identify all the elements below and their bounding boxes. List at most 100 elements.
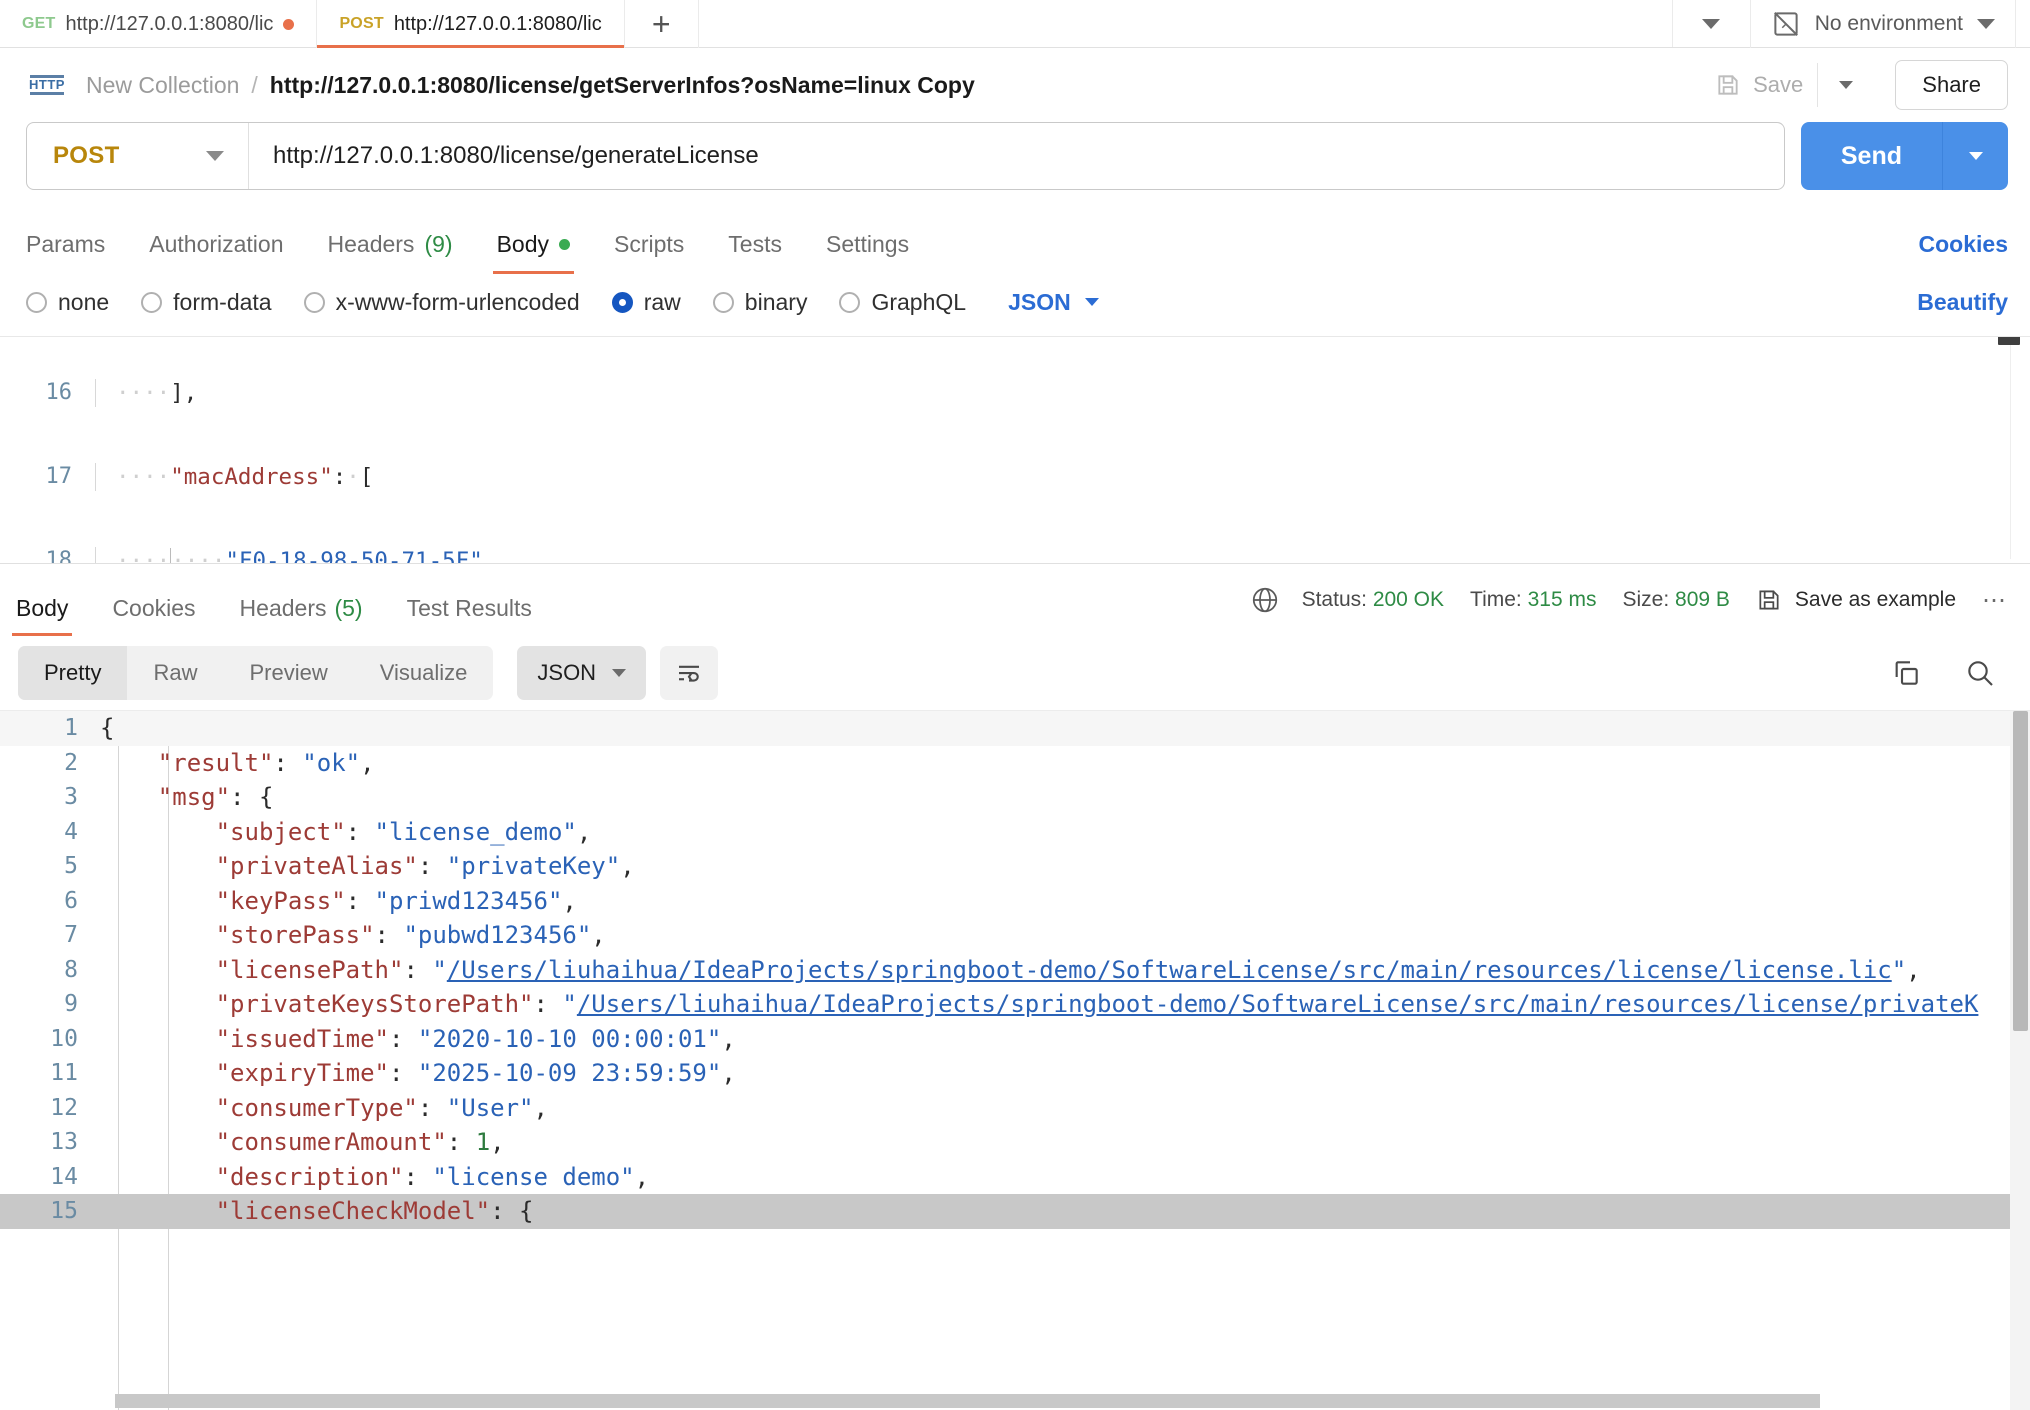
size-value: 809 B bbox=[1675, 588, 1730, 611]
page-title[interactable]: http://127.0.0.1:8080/license/getServerI… bbox=[270, 72, 975, 99]
code-token: , bbox=[591, 921, 605, 949]
code-token: "pubwd123456" bbox=[403, 921, 591, 949]
response-tab-test-results[interactable]: Test Results bbox=[407, 595, 532, 636]
body-format-selector[interactable]: JSON bbox=[1008, 289, 1099, 316]
tab-label: Scripts bbox=[614, 231, 684, 258]
chevron-down-icon bbox=[612, 669, 626, 677]
body-type-urlencoded[interactable]: x-www-form-urlencoded bbox=[304, 289, 580, 316]
response-tab-cookies[interactable]: Cookies bbox=[112, 595, 195, 636]
tab-tests[interactable]: Tests bbox=[728, 231, 782, 274]
save-button[interactable]: Save bbox=[1701, 64, 1817, 106]
response-format-selector[interactable]: JSON bbox=[517, 646, 646, 700]
wrap-lines-button[interactable] bbox=[660, 646, 718, 700]
code-line-text: "licensePath": "/Users/liuhaihua/IdeaPro… bbox=[100, 953, 2030, 988]
copy-response-button[interactable] bbox=[1890, 657, 1922, 689]
tab-headers[interactable]: Headers (9) bbox=[328, 231, 453, 274]
body-type-form-data[interactable]: form-data bbox=[141, 289, 271, 316]
code-token: : bbox=[447, 1128, 476, 1156]
radio-icon bbox=[26, 292, 47, 313]
cookies-link[interactable]: Cookies bbox=[1919, 231, 2008, 274]
response-toolbar-actions bbox=[1890, 657, 2008, 689]
save-options-button[interactable] bbox=[1817, 63, 1873, 107]
body-type-raw[interactable]: raw bbox=[612, 289, 681, 316]
tab-body[interactable]: Body bbox=[497, 231, 570, 274]
code-token: "storePass" bbox=[216, 921, 375, 949]
request-body-editor[interactable]: 16 ····], 17 ····"macAddress":·[ 18 ····… bbox=[0, 336, 2030, 564]
tab-scripts[interactable]: Scripts bbox=[614, 231, 684, 274]
code-token: " bbox=[1892, 956, 1906, 984]
response-view-visualize[interactable]: Visualize bbox=[354, 646, 494, 700]
code-token: : bbox=[273, 749, 302, 777]
request-tab-post[interactable]: POST http://127.0.0.1:8080/lic bbox=[317, 0, 624, 48]
send-options-button[interactable] bbox=[1942, 122, 2008, 190]
request-body-code: 16 ····], 17 ····"macAddress":·[ 18 ····… bbox=[0, 336, 2030, 564]
breadcrumb-separator: / bbox=[251, 72, 257, 99]
body-type-graphql[interactable]: GraphQL bbox=[839, 289, 966, 316]
line-number: 18 bbox=[0, 547, 92, 564]
body-type-binary[interactable]: binary bbox=[713, 289, 808, 316]
send-button[interactable]: Send bbox=[1801, 122, 1942, 190]
line-number: 15 bbox=[0, 1194, 100, 1229]
code-token: : bbox=[375, 921, 404, 949]
code-token: , bbox=[635, 1163, 649, 1191]
search-response-button[interactable] bbox=[1964, 657, 1996, 689]
code-token: "license_demo" bbox=[375, 818, 577, 846]
response-tab-body[interactable]: Body bbox=[16, 595, 68, 636]
code-link[interactable]: /Users/liuhaihua/IdeaProjects/springboot… bbox=[447, 956, 1892, 984]
beautify-button[interactable]: Beautify bbox=[1917, 289, 2008, 316]
breadcrumb-collection[interactable]: New Collection bbox=[86, 72, 239, 99]
tab-bar: GET http://127.0.0.1:8080/lic POST http:… bbox=[0, 0, 2030, 48]
code-token: , bbox=[562, 887, 576, 915]
tab-settings[interactable]: Settings bbox=[826, 231, 909, 274]
http-method-selector[interactable]: POST bbox=[27, 123, 249, 189]
response-view-preview[interactable]: Preview bbox=[223, 646, 353, 700]
environment-selector[interactable]: No environment bbox=[1751, 0, 2016, 48]
code-line-text: "keyPass": "priwd123456", bbox=[100, 884, 2030, 919]
code-line: 2 "result": "ok", bbox=[0, 746, 2030, 781]
tabbar-spacer bbox=[699, 0, 1673, 47]
share-button[interactable]: Share bbox=[1895, 60, 2008, 110]
code-line: 8 "licensePath": "/Users/liuhaihua/IdeaP… bbox=[0, 953, 2030, 988]
code-token: : bbox=[346, 887, 375, 915]
code-token: , bbox=[620, 852, 634, 880]
response-tab-headers[interactable]: Headers (5) bbox=[240, 595, 363, 636]
response-horizontal-scrollbar[interactable] bbox=[115, 1394, 1820, 1408]
line-number: 6 bbox=[0, 884, 100, 919]
request-tab-get[interactable]: GET http://127.0.0.1:8080/lic bbox=[0, 0, 317, 48]
tab-label: Params bbox=[26, 231, 105, 258]
environment-label: No environment bbox=[1815, 12, 1963, 36]
tab-authorization[interactable]: Authorization bbox=[149, 231, 283, 274]
response-more-options-button[interactable]: ⋯ bbox=[1982, 586, 2008, 615]
save-as-example-button[interactable]: Save as example bbox=[1756, 587, 1956, 613]
code-line-text: "issuedTime": "2020-10-10 00:00:01", bbox=[100, 1022, 2030, 1057]
tab-label: Tests bbox=[728, 231, 782, 258]
code-line-text: "consumerType": "User", bbox=[100, 1091, 2030, 1126]
copy-icon bbox=[1890, 657, 1922, 689]
response-vertical-scrollbar[interactable] bbox=[2010, 711, 2030, 1410]
code-token: "ok" bbox=[302, 749, 360, 777]
code-token: "result" bbox=[158, 749, 274, 777]
url-input[interactable] bbox=[249, 123, 1784, 189]
code-token: "priwd123456" bbox=[375, 887, 563, 915]
request-editor-scrollbar[interactable] bbox=[2010, 341, 2022, 559]
code-link[interactable]: /Users/liuhaihua/IdeaProjects/springboot… bbox=[577, 990, 1979, 1018]
body-type-none[interactable]: none bbox=[26, 289, 109, 316]
tab-label: Body bbox=[16, 595, 68, 622]
search-icon bbox=[1964, 657, 1996, 689]
new-tab-button[interactable]: + bbox=[625, 0, 699, 48]
response-view-switcher: Pretty Raw Preview Visualize bbox=[18, 646, 493, 700]
code-line: 12 "consumerType": "User", bbox=[0, 1091, 2030, 1126]
response-view-raw[interactable]: Raw bbox=[127, 646, 223, 700]
line-number: 10 bbox=[0, 1022, 100, 1057]
radio-label: GraphQL bbox=[871, 289, 966, 316]
response-view-pretty[interactable]: Pretty bbox=[18, 646, 127, 700]
tab-label: Test Results bbox=[407, 595, 532, 622]
code-line: 15 "licenseCheckModel": { bbox=[0, 1194, 2030, 1229]
tab-method-label: POST bbox=[339, 15, 383, 33]
scrollbar-thumb[interactable] bbox=[2013, 711, 2028, 1031]
tab-list-dropdown-button[interactable] bbox=[1673, 0, 1751, 48]
tab-params[interactable]: Params bbox=[26, 231, 105, 274]
response-view-toolbar: Pretty Raw Preview Visualize JSON bbox=[0, 636, 2030, 710]
response-body-viewer[interactable]: 1{2 "result": "ok",3 "msg": {4 "subject"… bbox=[0, 710, 2030, 1410]
tab-count-badge: (9) bbox=[424, 231, 452, 258]
